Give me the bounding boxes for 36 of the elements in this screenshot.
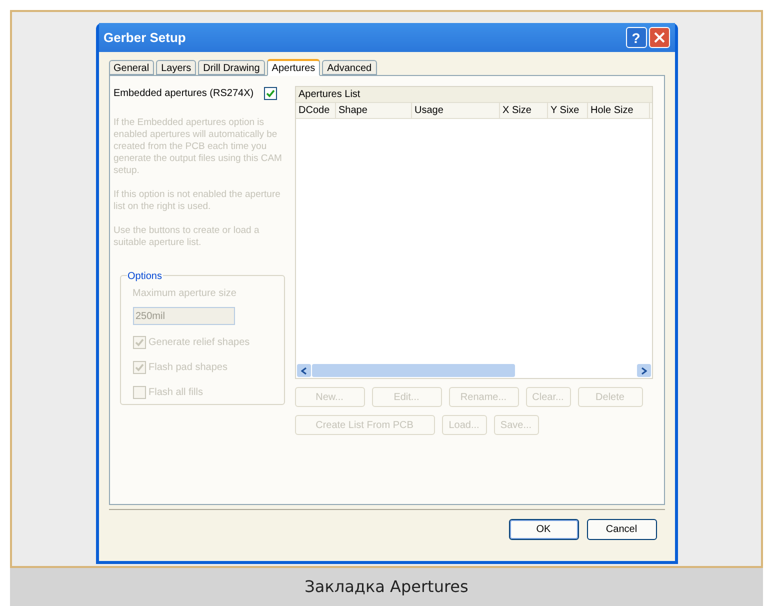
column-header[interactable]: X Size — [500, 103, 548, 118]
tab[interactable]: Drill Drawing — [198, 60, 265, 75]
tab[interactable]: General — [108, 60, 154, 75]
window-title: Gerber Setup — [104, 28, 187, 47]
checkbox-label: Generate relief shapes — [148, 336, 250, 350]
checkbox-label: Flash pad shapes — [148, 361, 228, 375]
field-label: Maximum aperture size — [132, 287, 238, 301]
ok-button[interactable]: OK — [508, 518, 578, 540]
checkbox[interactable] — [264, 87, 277, 100]
checkbox-label: Embedded apertures (RS274X) — [114, 87, 254, 101]
check-icon — [134, 338, 144, 347]
check-icon — [134, 363, 144, 372]
column-header[interactable]: DCode — [296, 103, 336, 118]
caption: Закладка Apertures — [304, 576, 468, 598]
tab[interactable]: Apertures — [266, 59, 320, 76]
tab[interactable]: Advanced — [322, 60, 377, 75]
scroll-thumb[interactable] — [312, 364, 514, 377]
help-text: If the Embedded apertures option is enabled apertures will automatically be created from the PCB each time you generate the output files using this CAM setup. — [114, 117, 283, 177]
check-icon — [266, 89, 275, 98]
help-text: Use the buttons to create or load a suitable aperture list. — [114, 225, 260, 249]
cancel-button[interactable]: Cancel — [586, 518, 656, 540]
help-button[interactable]: ? — [626, 27, 646, 48]
help-text: If this option is not enabled the aperture list on the right is used. — [114, 189, 282, 213]
column-header[interactable]: Shape — [336, 103, 412, 118]
tab[interactable]: Layers — [156, 60, 196, 75]
scroll-left-icon[interactable] — [296, 364, 310, 377]
checkbox-label: Flash all fills — [148, 386, 203, 400]
list-title: Apertures List — [296, 87, 652, 103]
scroll-right-icon[interactable] — [636, 364, 650, 377]
column-header[interactable]: Usage — [412, 103, 500, 118]
close-icon — [654, 32, 664, 43]
group-title: Options — [126, 269, 163, 284]
close-button[interactable] — [648, 27, 670, 48]
column-header[interactable]: Hole Size — [588, 103, 650, 118]
column-header[interactable]: Y Sixe — [548, 103, 588, 118]
horizontal-scrollbar[interactable] — [296, 363, 652, 378]
